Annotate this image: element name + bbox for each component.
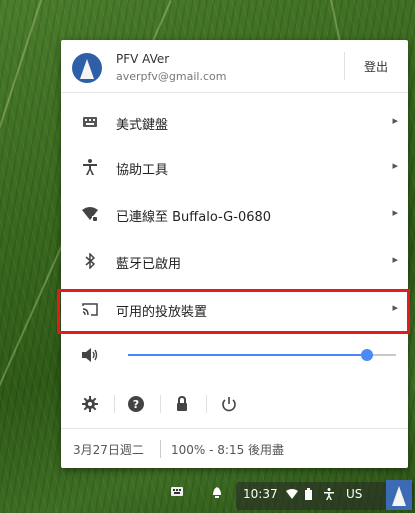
user-email: averpfv@gmail.com <box>116 70 227 83</box>
power-icon[interactable] <box>216 391 242 417</box>
menu-item-bluetooth[interactable]: 藍牙已啟用 ▸ <box>61 238 408 284</box>
divider <box>160 440 161 458</box>
keyboard-icon <box>80 112 100 132</box>
divider <box>114 395 115 413</box>
volume-row <box>61 335 408 375</box>
chevron-right-icon: ▸ <box>392 114 398 127</box>
keyboard-icon[interactable] <box>171 487 183 496</box>
divider <box>206 395 207 413</box>
divider <box>61 92 408 93</box>
user-name: PFV AVer <box>116 52 170 66</box>
chevron-right-icon: ▸ <box>392 159 398 172</box>
notification-bell-icon[interactable] <box>212 487 222 499</box>
bluetooth-icon <box>80 251 100 271</box>
settings-icon[interactable] <box>77 391 103 417</box>
field-furrow <box>0 0 42 496</box>
shelf: 10:37 US <box>163 480 415 513</box>
chevron-right-icon: ▸ <box>392 206 398 219</box>
battery-icon <box>305 488 312 500</box>
help-icon[interactable]: ? <box>123 391 149 417</box>
volume-slider-fill <box>128 354 367 356</box>
status-row: 3月27日週二 100% - 8:15 後用盡 <box>61 429 408 468</box>
menu-item-label: 美式鍵盤 <box>116 118 169 133</box>
ime-indicator: US <box>346 487 363 501</box>
user-avatar <box>72 53 102 83</box>
shelf-user-avatar[interactable] <box>386 480 412 510</box>
chevron-right-icon: ▸ <box>392 253 398 266</box>
menu-item-label: 已連線至 Buffalo-G-0680 <box>116 210 272 225</box>
menu-item-label: 藍牙已啟用 <box>116 257 182 272</box>
svg-text:?: ? <box>133 398 139 411</box>
battery-status: 100% - 8:15 後用盡 <box>171 443 285 457</box>
shelf-clock: 10:37 <box>243 487 278 501</box>
wifi-icon <box>80 204 100 224</box>
sign-out-button[interactable]: 登出 <box>344 40 408 92</box>
system-tray-panel: PFV AVer averpfv@gmail.com 登出 美式鍵盤 ▸ 協助工… <box>61 40 408 468</box>
highlight-box <box>57 289 410 334</box>
volume-slider[interactable] <box>128 349 396 361</box>
menu-item-wifi[interactable]: 已連線至 Buffalo-G-0680 ▸ <box>61 191 408 237</box>
menu-item-accessibility[interactable]: 協助工具 ▸ <box>61 144 408 190</box>
wifi-icon <box>286 489 298 499</box>
divider <box>160 395 161 413</box>
lock-icon[interactable] <box>169 391 195 417</box>
volume-icon[interactable] <box>80 345 100 365</box>
accessibility-icon <box>80 157 100 177</box>
menu-item-keyboard[interactable]: 美式鍵盤 ▸ <box>61 99 408 145</box>
volume-slider-thumb[interactable] <box>360 349 373 361</box>
accessibility-icon <box>324 488 334 500</box>
menu-item-label: 協助工具 <box>116 163 169 178</box>
user-row: PFV AVer averpfv@gmail.com 登出 <box>61 40 408 92</box>
date-label[interactable]: 3月27日週二 <box>73 441 144 458</box>
tools-row: ? <box>61 383 408 425</box>
